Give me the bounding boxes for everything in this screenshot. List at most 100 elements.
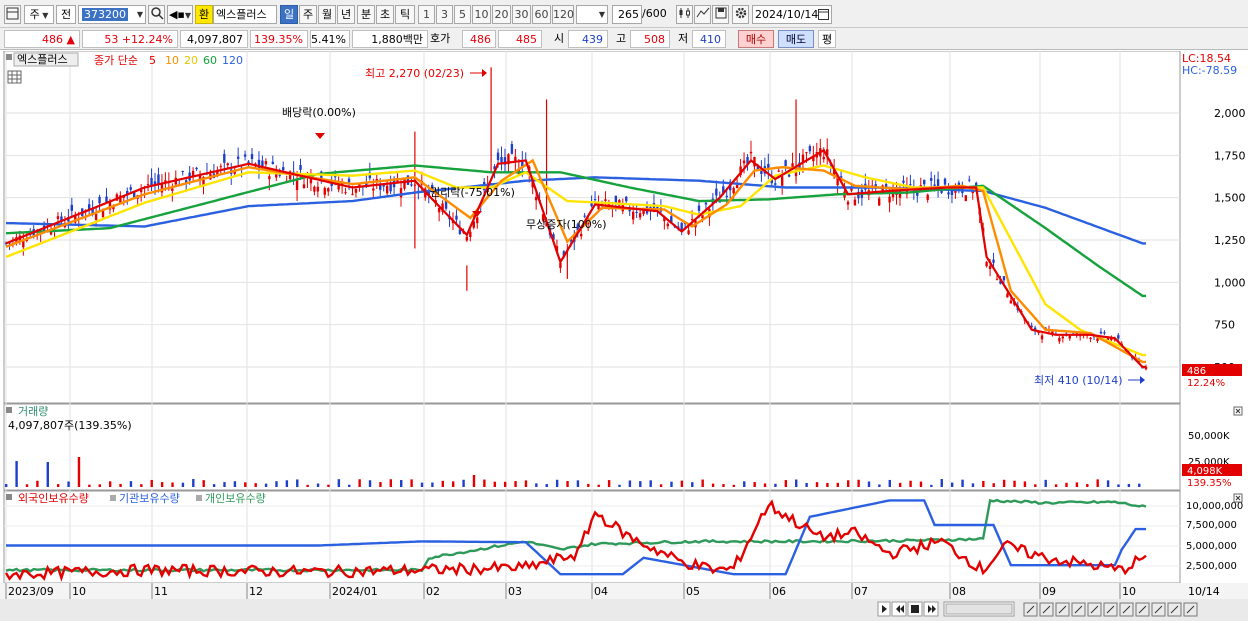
holding-pane-handle-icon[interactable] [6, 494, 12, 500]
sound-icon[interactable]: ◀▪▼ [167, 5, 193, 24]
period-year[interactable]: 년 [337, 5, 355, 24]
candle-body [614, 195, 618, 204]
volume-ratio: 139.35% [250, 30, 308, 48]
volume-bar [420, 482, 424, 487]
period-day[interactable]: 일 [280, 5, 298, 24]
period-minute[interactable]: 분 [357, 5, 375, 24]
candle-body [56, 216, 60, 219]
date-input[interactable]: 2024/10/14 [752, 5, 832, 24]
stock-title: 엑스플러스 [17, 53, 68, 66]
volume-bar [1034, 484, 1037, 487]
gear-icon[interactable] [732, 5, 749, 24]
annot-high: 최고 2,270 (02/23) [365, 67, 464, 80]
volume-bar [140, 484, 143, 487]
low-price: 410 [692, 30, 726, 48]
volume-bar [826, 482, 829, 487]
x-axis-label: 11 [154, 585, 168, 598]
candle-body [583, 215, 586, 217]
volume-bar [743, 481, 746, 487]
interval-custom-select[interactable]: ▼ [576, 5, 608, 24]
volume-bar [472, 475, 476, 487]
volume-bar [535, 483, 538, 487]
volume-bar [545, 484, 548, 487]
candle-body [247, 161, 250, 163]
volume-bar [1096, 479, 1099, 487]
stock-chart[interactable]: 엑스플러스 종가 단순 5 10 20 60 120 LC:18.54 HC:-… [0, 50, 1248, 621]
search-icon[interactable] [148, 5, 165, 24]
interval-1[interactable]: 1 [418, 5, 435, 24]
candle-body [1002, 276, 1006, 281]
candle-body [469, 231, 472, 237]
volume-bar [722, 484, 725, 487]
volume-bar [1065, 482, 1068, 487]
buy-button[interactable]: 매수 [738, 30, 774, 48]
candle-body [500, 156, 503, 163]
ma-5-label: 5 [149, 54, 156, 67]
volume-bar [618, 484, 621, 487]
candle-body [735, 185, 739, 189]
candle-body [302, 184, 306, 189]
volume-bar [192, 479, 195, 487]
prev-select[interactable]: 전 [56, 5, 76, 24]
interval-3[interactable]: 3 [436, 5, 453, 24]
interval-10[interactable]: 10 [472, 5, 491, 24]
volume-bar [254, 483, 257, 487]
sell-button[interactable]: 매도 [778, 30, 814, 48]
chart-area[interactable]: 엑스플러스 종가 단순 5 10 20 60 120 LC:18.54 HC:-… [0, 50, 1248, 621]
candle-body [805, 152, 808, 154]
layout-icon[interactable] [4, 5, 21, 24]
interval-120[interactable]: 120 [552, 5, 574, 24]
market-select[interactable]: 주 ▼ [24, 5, 54, 24]
volume-bar [503, 481, 507, 487]
candle-body [344, 192, 347, 194]
pane-handle-icon[interactable] [6, 54, 12, 60]
period-tick[interactable]: 틱 [395, 5, 415, 24]
volume-bar [327, 484, 330, 487]
period-second[interactable]: 초 [376, 5, 394, 24]
period-month[interactable]: 월 [318, 5, 336, 24]
annot-rights: 권리락(-75.01%) [430, 186, 515, 199]
count-input[interactable]: 265 [612, 5, 642, 24]
interval-20[interactable]: 20 [492, 5, 511, 24]
candle-body [909, 184, 912, 186]
x-axis-label: 10 [72, 585, 86, 598]
volume-pane-handle-icon[interactable] [6, 407, 12, 413]
x-axis-label: 12 [249, 585, 263, 598]
period-week[interactable]: 주 [299, 5, 317, 24]
candle-body [690, 219, 694, 221]
volume-bar [1138, 483, 1141, 487]
volume-bar [483, 479, 486, 487]
indicator-icon[interactable] [694, 5, 711, 24]
interval-5[interactable]: 5 [454, 5, 471, 24]
exchange-tag[interactable]: 환 [195, 5, 213, 24]
hold-tick-5m: 5,000,000 [1186, 541, 1237, 552]
candle-body [226, 163, 229, 166]
volume-bar [1054, 484, 1058, 487]
ma-120-label: 120 [222, 54, 243, 67]
interval-60[interactable]: 60 [532, 5, 551, 24]
chart-type-icon[interactable] [676, 5, 693, 24]
save-icon[interactable] [712, 5, 729, 24]
volume-bar [462, 479, 465, 487]
x-axis-label: 06 [772, 585, 786, 598]
grid-toggle-icon[interactable] [7, 70, 22, 84]
scroll-thumb[interactable] [945, 603, 1013, 615]
candle-body [638, 213, 642, 218]
candle-body [704, 202, 708, 205]
volume-bar [119, 483, 122, 487]
volume-bar [181, 482, 185, 487]
annot-dividend: 배당락(0.00%) [282, 106, 356, 119]
candle-body [777, 170, 780, 172]
volume-bar [701, 479, 704, 487]
stock-code-input[interactable]: 373200 ▼ [78, 5, 146, 24]
current-price: 486 ▲ [4, 30, 80, 48]
candle-body [327, 188, 330, 192]
volume-bar [368, 480, 372, 487]
candle-body [323, 187, 326, 195]
ma-label: 종가 단순 [94, 54, 138, 67]
eval-button[interactable]: 평 [818, 30, 836, 48]
interval-30[interactable]: 30 [512, 5, 531, 24]
calendar-icon[interactable] [818, 8, 829, 25]
volume-bar [244, 482, 247, 487]
volume-bar [607, 480, 611, 487]
